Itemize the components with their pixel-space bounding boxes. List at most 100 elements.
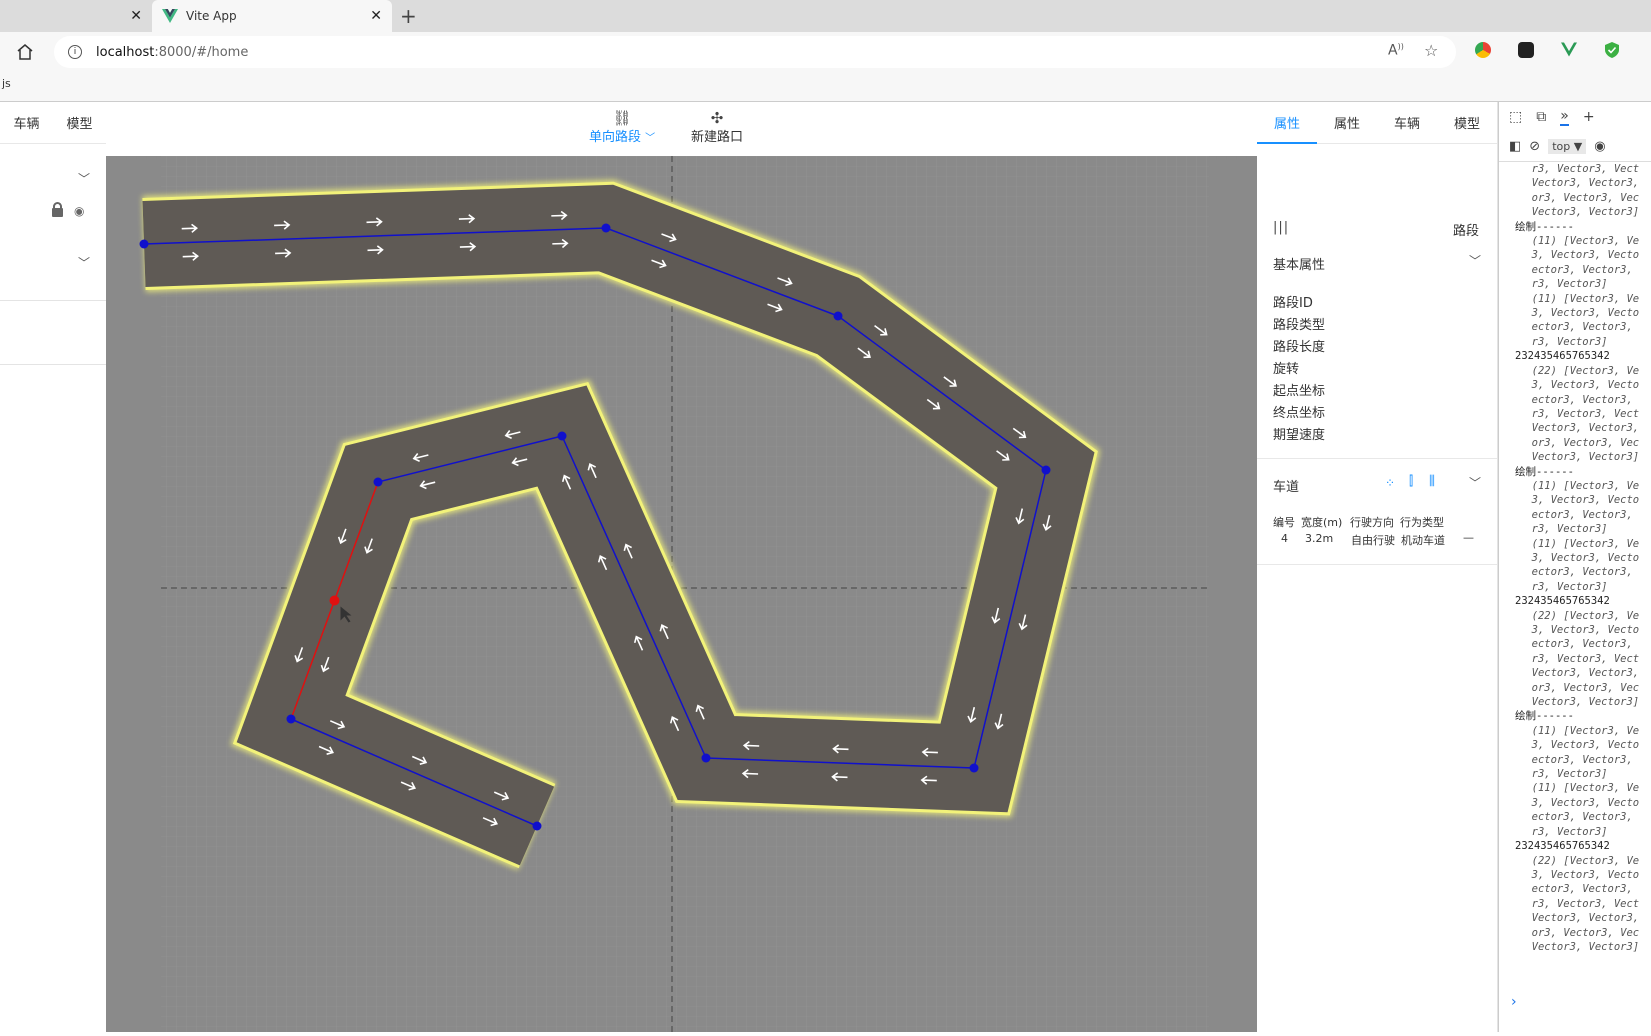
console-log-line: 3, Vector3, Vecto	[1519, 868, 1640, 881]
console-prompt-icon[interactable]: ›	[1511, 994, 1517, 1010]
device-toggle-icon[interactable]: ⧉	[1536, 109, 1546, 125]
new-intersection-button[interactable]: ✣ 新建路口	[691, 110, 743, 145]
favorites-icon[interactable]: ☆	[1424, 41, 1438, 60]
console-log-line: r3, Vector3, Vect	[1519, 163, 1640, 175]
left-panel: 车辆 模型 ﹀ ◉ ﹀	[0, 102, 106, 1032]
new-intersection-label: 新建路口	[691, 130, 744, 145]
section-label: 路段	[1453, 224, 1480, 239]
browser-tab-inactive[interactable]: ✕	[0, 0, 152, 32]
prop-rotation: 旋转	[1273, 362, 1300, 377]
console-log-header: 绘制------	[1515, 220, 1574, 233]
eye-icon[interactable]: ◉	[74, 204, 84, 218]
editor-toolbar: ⛓ 单向路段 ﹀ ✣ 新建路口	[106, 102, 1257, 156]
home-icon[interactable]	[16, 43, 34, 61]
console-log-line: 3, Vector3, Vecto	[1519, 551, 1640, 564]
console-log-line: r3, Vector3]	[1519, 580, 1608, 593]
console-log-line: or3, Vector3, Vec	[1519, 681, 1640, 694]
prop-segment-id: 路段ID	[1273, 296, 1313, 311]
prop-start-coord: 起点坐标	[1273, 384, 1326, 399]
more-tabs-icon[interactable]: »	[1560, 108, 1569, 126]
divider	[0, 300, 106, 301]
chevron-down-icon[interactable]: ﹀	[1469, 474, 1481, 491]
road-editor-canvas[interactable]	[106, 156, 1257, 1032]
console-log-line: Vector3, Vector3,	[1519, 422, 1640, 435]
one-way-road-button[interactable]: ⛓ 单向路段 ﹀	[589, 110, 655, 145]
road-tool-icon: ⛓	[612, 109, 632, 127]
prop-segment-type: 路段类型	[1273, 318, 1326, 333]
basic-props-title: 基本属性	[1273, 258, 1326, 273]
browser-tab-active[interactable]: Vite App ✕	[152, 0, 392, 32]
console-log-line: or3, Vector3, Vec	[1519, 926, 1640, 939]
tab-models[interactable]: 模型	[1437, 113, 1497, 132]
tab-properties[interactable]: 属性	[1257, 113, 1317, 144]
bookmark-item[interactable]: js	[2, 77, 11, 90]
extension-color-icon[interactable]	[1475, 42, 1491, 58]
control-point	[701, 753, 711, 763]
tab-label: Vite App	[186, 9, 237, 23]
console-log-line: ector3, Vector3,	[1519, 263, 1640, 276]
close-icon[interactable]: ✕	[130, 8, 142, 24]
console-log-line: 3, Vector3, Vecto	[1519, 307, 1640, 320]
lane-add-icon[interactable]: ⁘	[1385, 476, 1395, 490]
context-value: top	[1552, 140, 1571, 153]
console-log-line: ector3, Vector3,	[1519, 393, 1640, 406]
extension-shield-icon[interactable]	[1604, 41, 1620, 59]
extension-vue-icon[interactable]	[1561, 42, 1577, 57]
lane-insert-icon[interactable]: ⫿	[1409, 474, 1413, 489]
tab-models[interactable]: 模型	[53, 113, 106, 132]
console-log-header: 232435465765342	[1515, 840, 1610, 853]
tab-vehicles[interactable]: 车辆	[1377, 113, 1437, 132]
lane-split-icon[interactable]: ⫼	[1429, 474, 1435, 489]
url-field[interactable]: i localhost:8000/#/home	[54, 36, 1456, 68]
console-log-line: ector3, Vector3,	[1519, 883, 1640, 896]
lane-col-id: 编号	[1273, 516, 1295, 529]
lane-title: 车道	[1273, 480, 1300, 495]
new-tab-icon[interactable]: +	[400, 4, 417, 28]
left-panel-tabs: 车辆 模型	[0, 102, 106, 144]
console-log-line: (11) [Vector3, Ve	[1519, 537, 1640, 550]
console-log-line: ector3, Vector3,	[1519, 508, 1640, 521]
console-log-line: (11) [Vector3, Ve	[1519, 235, 1640, 248]
info-icon[interactable]: i	[68, 45, 82, 59]
console-log-line: r3, Vector3]	[1519, 768, 1608, 781]
console-log-line: r3, Vector3]	[1519, 825, 1608, 838]
console-log-line: r3, Vector3, Vect	[1519, 407, 1640, 420]
console-log-line: ector3, Vector3,	[1519, 321, 1640, 334]
console-log-line: Vector3, Vector3]	[1519, 940, 1640, 953]
lock-shackle	[53, 202, 62, 210]
lane-id: 4	[1281, 532, 1288, 545]
eye-icon[interactable]: ◉	[1594, 139, 1605, 154]
context-select[interactable]: top ▼	[1548, 139, 1587, 154]
sidebar-toggle-icon[interactable]: ◧	[1509, 139, 1521, 154]
clear-console-icon[interactable]: ⊘	[1529, 139, 1540, 154]
lane-col-direction: 行驶方向	[1350, 516, 1394, 529]
lane-remove-button[interactable]: —	[1463, 531, 1474, 544]
tab-vehicles[interactable]: 车辆	[0, 113, 53, 132]
console-output: r3, Vector3, Vect Vector3, Vector3, or3,…	[1499, 162, 1651, 982]
console-log-line: (11) [Vector3, Ve	[1519, 724, 1640, 737]
road-network-svg[interactable]	[106, 156, 1257, 1032]
console-log-line: ector3, Vector3,	[1519, 638, 1640, 651]
extension-dark-icon[interactable]	[1518, 42, 1534, 58]
console-log-line: or3, Vector3, Vec	[1519, 436, 1640, 449]
chevron-down-icon[interactable]: ﹀	[1469, 252, 1481, 269]
console-log-line: or3, Vector3, Vec	[1519, 191, 1640, 204]
control-point	[1041, 465, 1051, 475]
divider	[0, 364, 106, 365]
close-icon[interactable]: ✕	[370, 8, 382, 24]
inspect-icon[interactable]: ⬚	[1509, 109, 1522, 125]
chevron-down-icon[interactable]: ﹀	[78, 170, 90, 187]
tab-properties-2[interactable]: 属性	[1317, 113, 1377, 132]
one-way-road-label: 单向路段	[589, 130, 642, 145]
read-aloud-icon[interactable]: A))	[1388, 42, 1404, 59]
console-log-line: ector3, Vector3,	[1519, 566, 1640, 579]
selected-control-point	[329, 595, 340, 606]
chevron-down-icon[interactable]: ﹀	[78, 254, 90, 271]
lane-col-width: 宽度(m)	[1301, 516, 1343, 529]
lane-behavior: 机动车道	[1401, 534, 1445, 547]
console-log-header: 绘制------	[1515, 465, 1574, 478]
devtools-panel: ⬚ ⧉ » + ◧ ⊘ top ▼ ◉ r3, Vector3, Vect Ve…	[1498, 102, 1651, 1032]
add-panel-icon[interactable]: +	[1583, 109, 1595, 125]
prop-segment-length: 路段长度	[1273, 340, 1326, 355]
console-log-line: (22) [Vector3, Ve	[1519, 609, 1640, 622]
